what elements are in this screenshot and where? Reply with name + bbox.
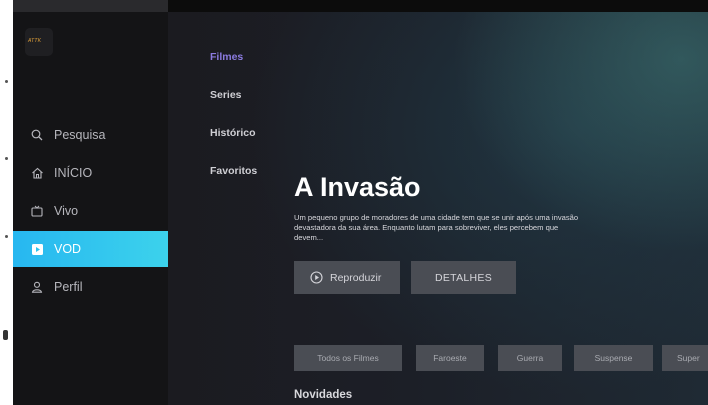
tv-icon (30, 204, 44, 218)
details-button[interactable]: DETALHES (411, 261, 516, 294)
tv-screen: ATTK Pesquisa INÍCIO Vivo VOD Perfil Fil… (13, 12, 708, 405)
featured-description: Um pequeno grupo de moradores de uma cid… (294, 213, 579, 242)
sidebar-item-vivo[interactable]: Vivo (13, 193, 168, 229)
category-filmes[interactable]: Filmes (210, 51, 243, 63)
category-series[interactable]: Series (210, 89, 242, 101)
sidebar-item-label: VOD (54, 242, 82, 256)
play-button[interactable]: Reproduzir (294, 261, 400, 294)
genre-chip[interactable]: Suspense (574, 345, 653, 371)
scan-dot (5, 157, 8, 160)
scan-dot (3, 330, 8, 340)
featured-title: A Invasão (294, 172, 421, 202)
category-favoritos[interactable]: Favoritos (210, 165, 257, 177)
category-historico[interactable]: Histórico (210, 127, 256, 139)
genre-chip[interactable]: Super (662, 345, 708, 371)
logo-text: ATTK (28, 38, 42, 44)
top-strip-segment (13, 0, 168, 12)
user-icon (30, 280, 44, 294)
search-icon (30, 128, 44, 142)
home-icon (30, 166, 44, 180)
genre-chip[interactable]: Faroeste (416, 345, 484, 371)
page-gutter (0, 0, 13, 405)
main-content: Filmes Series Histórico Favoritos A Inva… (168, 12, 708, 405)
sidebar-item-label: Vivo (54, 204, 79, 218)
section-title: Novidades (294, 389, 353, 401)
sidebar-item-pesquisa[interactable]: Pesquisa (13, 117, 168, 153)
scan-dot (5, 235, 8, 238)
top-strip (13, 0, 708, 12)
sidebar-item-label: Pesquisa (54, 128, 106, 142)
sidebar-item-label: INÍCIO (54, 166, 93, 180)
genre-chip[interactable]: Guerra (498, 345, 562, 371)
app-logo: ATTK (25, 28, 53, 56)
sidebar: ATTK Pesquisa INÍCIO Vivo VOD Perfil (13, 12, 168, 405)
sidebar-item-vod[interactable]: VOD (13, 231, 168, 267)
genre-chip[interactable]: Todos os Filmes (294, 345, 402, 371)
play-square-icon (30, 242, 44, 256)
content-shade (168, 12, 278, 405)
play-button-label: Reproduzir (330, 271, 382, 284)
sidebar-item-perfil[interactable]: Perfil (13, 269, 168, 305)
sidebar-item-label: Perfil (54, 280, 83, 294)
scan-dot (5, 80, 8, 83)
play-circle-icon (310, 271, 323, 284)
sidebar-item-inicio[interactable]: INÍCIO (13, 155, 168, 191)
